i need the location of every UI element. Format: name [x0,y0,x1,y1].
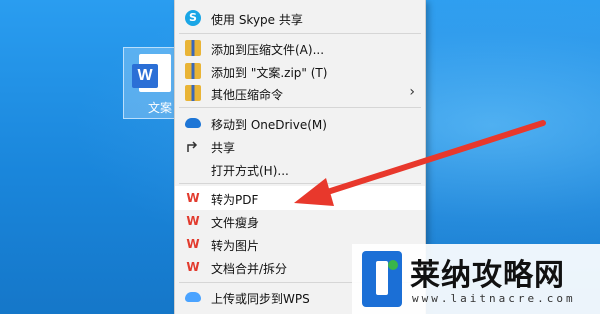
brand-name: 莱纳攻略网 [410,258,565,293]
brand-domain: www.laitnacre.com [412,292,576,305]
brand-logo-icon [362,251,402,307]
watermark-logo: 莱纳攻略网 www.laitnacre.com [352,244,600,314]
brand-logo-dot [388,260,398,270]
